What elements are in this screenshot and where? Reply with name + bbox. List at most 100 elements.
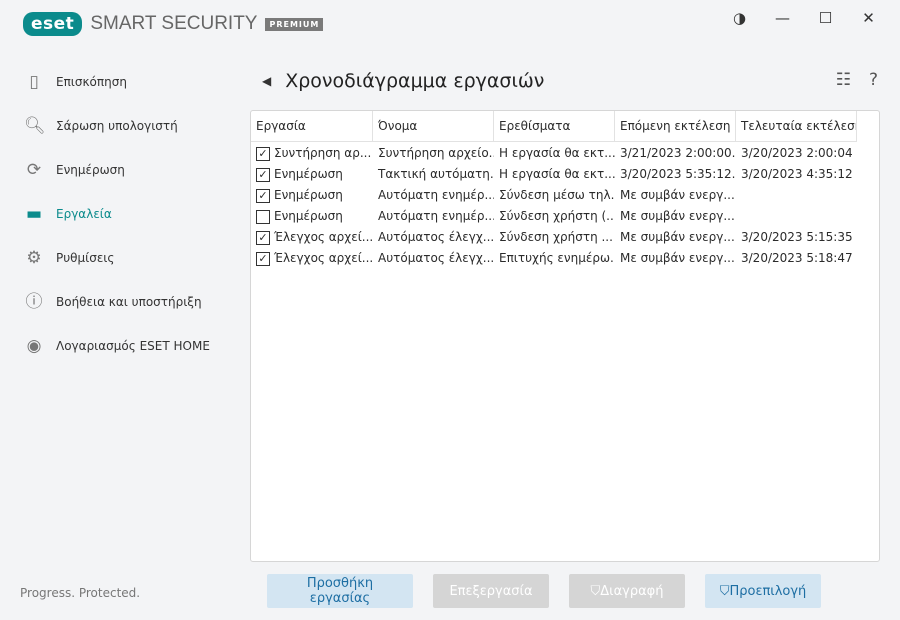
cell-text: 3/20/2023 5:18:47 ... [741, 251, 857, 265]
sidebar-item-account[interactable]: ◉ Λογαριασμός ESET HOME [0, 324, 240, 368]
task-enabled-checkbox[interactable] [256, 209, 270, 224]
task-enabled-checkbox[interactable]: ✓ [256, 230, 270, 245]
help-icon: ⓘ [25, 292, 43, 312]
cell-text: Συντήρηση αρχείο... [378, 146, 494, 160]
column-header[interactable]: Εργασία [251, 111, 373, 141]
update-icon: ⟳ [26, 160, 42, 180]
table-cell: Συντήρηση αρχείο... [373, 143, 494, 164]
cell-text: Με συμβάν ενεργ... [620, 209, 735, 223]
table-cell: Με συμβάν ενεργ... [615, 227, 736, 248]
maximize-button[interactable]: ☐ [804, 6, 847, 30]
task-enabled-checkbox[interactable]: ✓ [256, 167, 270, 182]
cell-text: Τακτική αυτόματη... [378, 167, 494, 181]
column-header[interactable]: Ερεθίσματα [494, 111, 615, 141]
table-cell: Επιτυχής ενημέρω... [494, 248, 615, 269]
cell-text: Έλεγχος αρχεί... [274, 230, 373, 244]
cell-text: 3/21/2023 2:00:00... [620, 146, 736, 160]
table-cell: ✓ Έλεγχος αρχεί... [251, 227, 373, 248]
contrast-toggle-icon[interactable]: ◑ [718, 6, 761, 30]
table-cell: Σύνδεση χρήστη (... [494, 206, 615, 227]
table-cell: ✓ Έλεγχος αρχεί... [251, 248, 373, 269]
table-row[interactable]: ✓ Ενημέρωση Αυτόματη ενημέρ... Σύνδεση μέσω… [251, 185, 879, 206]
table-cell: ✓ Ενημέρωση [251, 164, 373, 185]
table-cell: Αυτόματη ενημέρ... [373, 185, 494, 206]
table-row[interactable]: ✓ Ενημέρωση Τακτική αυτόματη... Η εργασία θ… [251, 164, 879, 185]
cell-text: Επιτυχής ενημέρω... [499, 251, 615, 265]
sidebar-item-tools[interactable]: ▬ Εργαλεία [0, 192, 240, 236]
table-row[interactable]: ✓ Έλεγχος αρχεί... Αυτόματος έλεγχ... Σύνδε… [251, 227, 879, 248]
minimize-button[interactable]: — [761, 6, 804, 30]
table-row[interactable]: Ενημέρωση Αυτόματη ενημέρ... Σύνδεση χρήστ… [251, 206, 879, 227]
cell-text: Ενημέρωση [274, 188, 343, 202]
table-cell: 3/20/2023 5:18:47 ... [736, 248, 857, 269]
view-layout-icon[interactable]: ☷ [836, 70, 851, 90]
tagline: Progress. Protected. [20, 586, 141, 600]
cell-text: Αυτόματος έλεγχ... [378, 251, 494, 265]
cell-text: Σύνδεση χρήστη ... [499, 230, 613, 244]
help-button[interactable]: ? [869, 70, 878, 90]
table-cell: 3/20/2023 5:15:35 ... [736, 227, 857, 248]
column-header[interactable]: Όνομα [373, 111, 494, 141]
table-cell: Η εργασία θα εκτ... [494, 164, 615, 185]
cell-text: Με συμβάν ενεργ... [620, 251, 735, 265]
edit-button[interactable]: Επεξεργασία [433, 574, 549, 608]
eset-logo: eset SMART SECURITY PREMIUM [23, 12, 324, 36]
sidebar-item-update[interactable]: ⟳ Ενημέρωση [0, 148, 240, 192]
account-icon: ◉ [26, 336, 42, 356]
task-enabled-checkbox[interactable]: ✓ [256, 251, 270, 266]
cell-text: Η εργασία θα εκτ... [499, 167, 615, 181]
add-task-button[interactable]: Προσθήκη εργασίας [267, 574, 413, 608]
table-cell: 3/20/2023 4:35:12 ... [736, 164, 857, 185]
default-button[interactable]: ⛉Προεπιλογή [705, 574, 821, 608]
cell-text: 3/20/2023 4:35:12 ... [741, 167, 857, 181]
table-row[interactable]: ✓ Συντήρηση αρ... Συντήρηση αρχείο... Η εργ… [251, 143, 879, 164]
cell-text: Με συμβάν ενεργ... [620, 230, 735, 244]
cell-text: 3/20/2023 5:15:35 ... [741, 230, 857, 244]
column-header[interactable]: Τελευταία εκτέλεση [736, 111, 857, 141]
cell-text: Σύνδεση μέσω τηλ... [499, 188, 615, 202]
task-enabled-checkbox[interactable]: ✓ [256, 188, 270, 203]
delete-button[interactable]: ⛉Διαγραφή [569, 574, 685, 608]
back-button[interactable]: ◀ [262, 74, 271, 88]
cell-text: Έλεγχος αρχεί... [274, 251, 373, 265]
cell-text: 3/20/2023 2:00:04 ... [741, 146, 857, 160]
shield-icon: ⛉ [719, 583, 730, 599]
cell-text: Αυτόματη ενημέρ... [378, 209, 494, 223]
table-cell: ✓ Ενημέρωση [251, 185, 373, 206]
cell-text: Η εργασία θα εκτ... [499, 146, 615, 160]
close-button[interactable]: ✕ [847, 6, 890, 30]
table-cell: Η εργασία θα εκτ... [494, 143, 615, 164]
table-cell: Με συμβάν ενεργ... [615, 248, 736, 269]
sidebar-item-scan[interactable]: 🔍︎ Σάρωση υπολογιστή [0, 104, 240, 148]
sidebar-item-settings[interactable]: ⚙ Ρυθμίσεις [0, 236, 240, 280]
task-enabled-checkbox[interactable]: ✓ [256, 146, 270, 161]
gear-icon: ⚙ [26, 248, 42, 268]
table-cell: 3/21/2023 2:00:00... [615, 143, 736, 164]
shield-icon: ⛉ [590, 583, 601, 599]
column-header[interactable]: Επόμενη εκτέλεση [615, 111, 736, 141]
table-cell: Ενημέρωση [251, 206, 373, 227]
table-cell: Τακτική αυτόματη... [373, 164, 494, 185]
table-cell [736, 206, 857, 227]
table-cell: Σύνδεση μέσω τηλ... [494, 185, 615, 206]
sidebar: ▯ Επισκόπηση 🔍︎ Σάρωση υπολογιστή ⟳ Ενημέρω… [0, 60, 240, 368]
table-cell: ✓ Συντήρηση αρ... [251, 143, 373, 164]
sidebar-item-help[interactable]: ⓘ Βοήθεια και υποστήριξη [0, 280, 240, 324]
cell-text: Ενημέρωση [274, 167, 343, 181]
cell-text: Αυτόματος έλεγχ... [378, 230, 494, 244]
table-cell: Αυτόματος έλεγχ... [373, 227, 494, 248]
cell-text: Σύνδεση χρήστη (... [499, 209, 615, 223]
table-cell: Αυτόματη ενημέρ... [373, 206, 494, 227]
table-cell: Με συμβάν ενεργ... [615, 206, 736, 227]
cell-text: 3/20/2023 5:35:12... [620, 167, 736, 181]
table-cell: 3/20/2023 5:35:12... [615, 164, 736, 185]
table-row[interactable]: ✓ Έλεγχος αρχεί... Αυτόματος έλεγχ... Επιτυ… [251, 248, 879, 269]
table-cell: Αυτόματος έλεγχ... [373, 248, 494, 269]
cell-text: Συντήρηση αρ... [274, 146, 372, 160]
cell-text: Αυτόματη ενημέρ... [378, 188, 494, 202]
table-cell: Με συμβάν ενεργ... [615, 185, 736, 206]
sidebar-item-overview[interactable]: ▯ Επισκόπηση [0, 60, 240, 104]
scan-icon: 🔍︎ [24, 116, 46, 136]
table-cell: Σύνδεση χρήστη ... [494, 227, 615, 248]
page-title: Χρονοδιάγραμμα εργασιών [285, 70, 545, 92]
